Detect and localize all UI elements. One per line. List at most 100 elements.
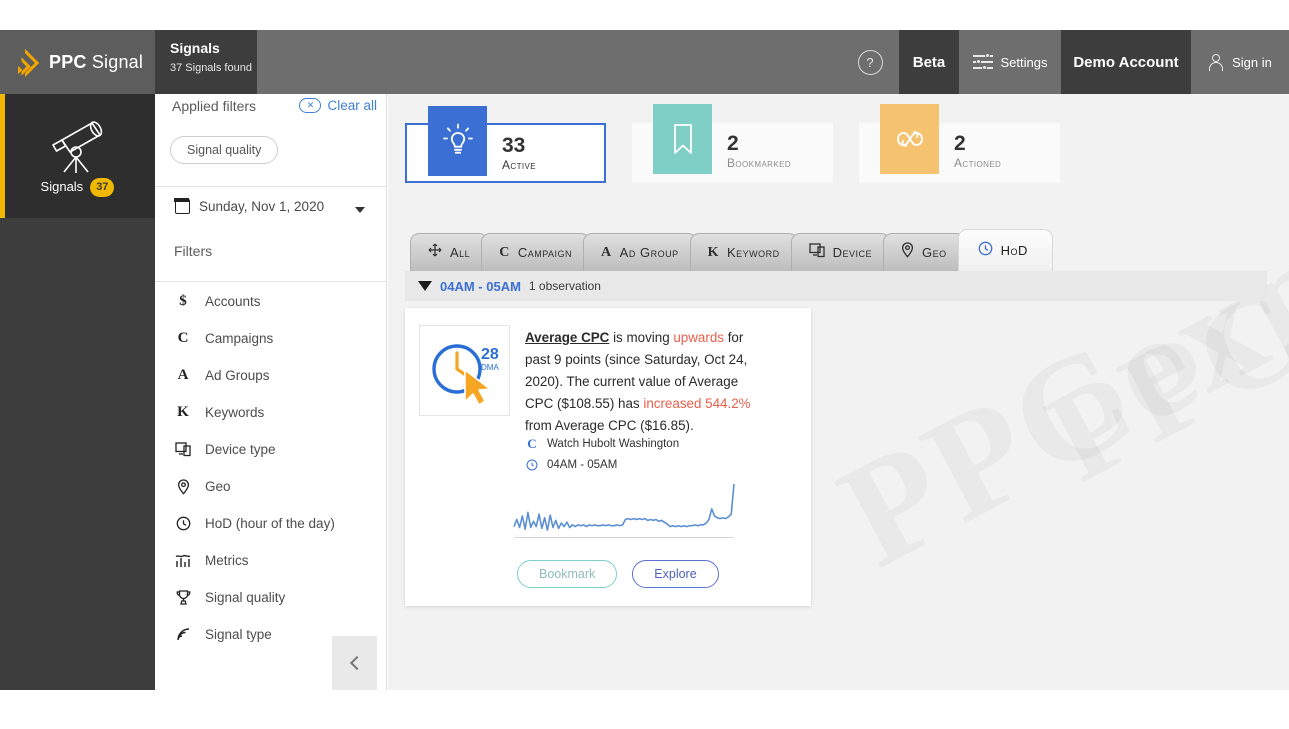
stat-text: 33 Active [502, 134, 536, 173]
brand-light: Signal [86, 51, 144, 72]
tab-keyword[interactable]: K Keyword [689, 233, 798, 271]
tab-hod[interactable]: HoD [957, 229, 1053, 271]
signal-change: increased 544.2% [643, 396, 751, 411]
signal-description: Average CPC is moving upwards for past 9… [525, 327, 765, 437]
calendar-icon [174, 198, 190, 214]
dollar-icon: $ [179, 293, 187, 309]
brand-bold: PPC [49, 51, 87, 72]
filter-item-signal-quality[interactable]: Signal quality [174, 579, 384, 616]
stat-card-bookmarked[interactable]: 2 Bookmarked [632, 104, 833, 183]
applied-filter-chip-signal-quality[interactable]: Signal quality [170, 136, 279, 164]
signal-card[interactable]: 28 DMA Average CPC is moving upwards for… [405, 308, 811, 606]
bar-chart-icon [174, 554, 192, 568]
watermark-text-2: PPCexpo [1024, 126, 1289, 512]
signal-card-actions: Bookmark Explore [517, 560, 719, 588]
meta-label: Watch Hubolt Washington [547, 437, 680, 450]
demo-account-button[interactable]: Demo Account [1061, 30, 1191, 94]
map-pin-icon [174, 478, 192, 495]
signal-metric-name[interactable]: Average CPC [525, 330, 609, 345]
clock-icon [525, 459, 539, 471]
clock-icon [978, 241, 993, 261]
sidebar-item-signals[interactable]: Signals 37 [0, 94, 155, 218]
stat-label: Actioned [954, 156, 1002, 170]
stat-text: 2 Actioned [954, 132, 1001, 171]
filter-item-hod[interactable]: HoD (hour of the day) [174, 505, 384, 542]
campaign-c-icon: C [499, 244, 510, 260]
chevron-down-icon[interactable] [355, 207, 365, 213]
bookmark-button[interactable]: Bookmark [517, 560, 618, 588]
stat-number: 2 [954, 132, 966, 155]
sign-in-button[interactable]: Sign in [1191, 30, 1289, 94]
chip-label: Signal quality [187, 143, 262, 157]
campaign-c-icon: C [527, 435, 537, 451]
clear-all-button[interactable]: ✕ Clear all [299, 98, 377, 113]
svg-text:DMA: DMA [481, 363, 499, 372]
filter-item-campaigns[interactable]: C Campaigns [174, 320, 384, 357]
filter-label: Accounts [205, 294, 261, 309]
filter-item-keywords[interactable]: K Keywords [174, 394, 384, 431]
brand-logo[interactable]: PPC Signal [0, 30, 155, 94]
tab-label: HoD [1000, 243, 1028, 258]
tab-label: Ad Group [619, 245, 679, 260]
signals-count-badge: 37 [90, 178, 115, 197]
signal-meta: C Watch Hubolt Washington 04AM - 05AM [525, 433, 679, 475]
filters-heading: Filters [174, 243, 213, 259]
filters-list: $ Accounts C Campaigns A Ad Groups K Key… [174, 283, 384, 653]
keyword-k-icon: K [177, 404, 189, 420]
chevron-left-icon [349, 655, 364, 671]
knot-icon [880, 104, 939, 174]
meta-campaign: C Watch Hubolt Washington [525, 433, 679, 454]
header-right-group: ? Beta Settings Demo Account Sign in [841, 30, 1289, 94]
bookmark-icon [653, 104, 712, 174]
explore-button[interactable]: Explore [632, 560, 719, 588]
tab-all[interactable]: All [410, 233, 489, 271]
keyword-k-icon: K [707, 244, 719, 260]
meta-hod: 04AM - 05AM [525, 454, 679, 475]
filter-item-accounts[interactable]: $ Accounts [174, 283, 384, 320]
filter-item-device-type[interactable]: Device type [174, 431, 384, 468]
tab-ad-group[interactable]: A Ad Group [583, 233, 697, 271]
filter-item-ad-groups[interactable]: A Ad Groups [174, 357, 384, 394]
observation-group-header[interactable]: 04AM - 05AM 1 observation [405, 271, 1267, 301]
sliders-icon [972, 53, 993, 70]
settings-label: Settings [1000, 54, 1048, 70]
tab-label: Geo [922, 245, 947, 260]
filter-item-metrics[interactable]: Metrics [174, 542, 384, 579]
observation-time-range: 04AM - 05AM [440, 278, 521, 294]
signal-thumbnail: 28 DMA [419, 325, 510, 416]
tab-geo[interactable]: Geo [883, 233, 965, 271]
filter-label: Device type [205, 442, 276, 457]
adgroup-a-icon: A [601, 244, 612, 260]
tab-label: Device [832, 245, 873, 260]
observation-count: 1 observation [528, 279, 601, 293]
stat-card-active[interactable]: 33 Active [405, 106, 606, 183]
date-picker[interactable]: Sunday, Nov 1, 2020 [174, 198, 324, 214]
filter-item-geo[interactable]: Geo [174, 468, 384, 505]
rail-label-text: Signals [40, 179, 84, 194]
stat-card-actioned[interactable]: 2 Actioned [859, 104, 1060, 183]
stat-number: 33 [502, 134, 526, 157]
move-icon [428, 243, 442, 262]
desc-part-3: from Average CPC ($16.85). [525, 418, 694, 433]
applied-filters-title: Applied filters [172, 98, 257, 114]
header-signals-tab[interactable]: Signals 37 Signals found [155, 30, 257, 94]
person-icon [1208, 53, 1224, 71]
signal-direction: upwards [673, 330, 724, 345]
filter-label: Geo [205, 479, 231, 494]
triangle-down-icon[interactable] [418, 281, 432, 291]
filters-collapse-button[interactable] [332, 636, 377, 690]
filter-label: Ad Groups [205, 368, 270, 383]
filter-label: Signal type [205, 627, 272, 642]
tab-device[interactable]: Device [790, 233, 891, 271]
telescope-icon [40, 116, 116, 174]
rss-icon [174, 627, 192, 642]
tab-label: Campaign [517, 245, 573, 260]
top-header-bar: PPC Signal Signals 37 Signals found ? Be… [0, 30, 1289, 94]
beta-button[interactable]: Beta [899, 30, 959, 94]
tab-campaign[interactable]: C Campaign [481, 233, 591, 271]
desc-part-1: is moving [609, 330, 674, 345]
left-nav-rail: Signals 37 [0, 94, 155, 690]
settings-button[interactable]: Settings [959, 30, 1061, 94]
help-button[interactable]: ? [841, 30, 899, 94]
lightbulb-icon [428, 106, 487, 176]
